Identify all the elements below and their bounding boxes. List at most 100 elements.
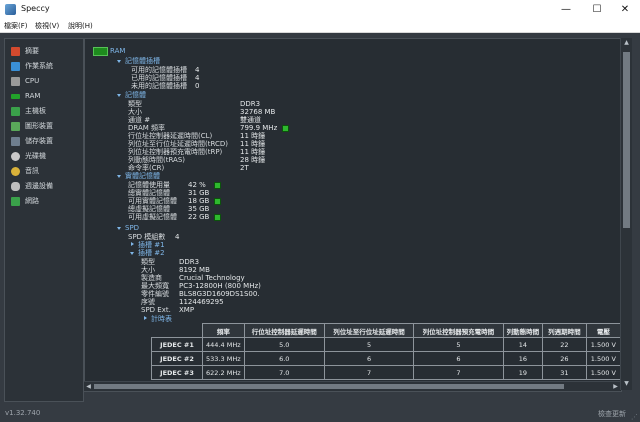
sidebar-item-label: 光碟機 [25, 152, 46, 160]
sidebar: 摘要 作業系統 CPU RAM 主機板 圖形裝置 儲存裝置 光碟機 音訊 週邊設… [4, 38, 84, 402]
menu-help[interactable]: 說明(H) [68, 21, 93, 31]
table-row: JEDEC #3 622.2 MHz 7.0 7 7 19 31 1.500 V [150, 365, 621, 380]
section-physical-header: 實體記憶體 [125, 172, 160, 180]
table-cell: 444.4 MHz [202, 337, 245, 352]
sidebar-item-summary[interactable]: 摘要 [11, 44, 39, 58]
table-cell: 6 [413, 351, 504, 366]
row-label: 已用的記憶體插槽 [131, 74, 187, 82]
collapse-arrow-icon[interactable] [117, 60, 121, 63]
row-label: 可用的記憶體插槽 [131, 66, 187, 74]
scroll-left-icon[interactable]: ◀ [84, 382, 93, 391]
table-cell: 533.3 MHz [202, 351, 245, 366]
sidebar-item-optical[interactable]: 光碟機 [11, 149, 46, 163]
vertical-scrollbar[interactable]: ▲ ▼ [620, 38, 632, 390]
expand-arrow-icon[interactable] [131, 242, 134, 246]
row-value: 18 GB [188, 197, 210, 205]
collapse-arrow-icon[interactable] [117, 227, 121, 230]
sidebar-item-label: 網路 [25, 197, 39, 205]
row-label: 列動態時間(tRAS) [128, 156, 186, 164]
scroll-up-icon[interactable]: ▲ [621, 38, 632, 48]
section-memory-header: 記憶體 [125, 91, 146, 99]
scrollbar-thumb[interactable] [94, 384, 564, 389]
section-spd-header: SPD [125, 224, 140, 232]
scrollbar-thumb[interactable] [623, 52, 630, 228]
row-value: PC3-12800H (800 MHz) [179, 282, 261, 290]
table-cell: JEDEC #3 [150, 365, 204, 380]
collapse-arrow-icon[interactable] [117, 175, 121, 178]
row-label: 行位址控制器延遲時間(CL) [128, 132, 213, 140]
sidebar-item-audio[interactable]: 音訊 [11, 164, 39, 178]
sidebar-item-ram[interactable]: RAM [11, 89, 40, 103]
scroll-right-icon[interactable]: ▶ [611, 382, 620, 391]
section-slots-header: 記憶體插槽 [125, 57, 160, 65]
status-indicator-icon [282, 125, 289, 132]
row-label: 序號 [141, 298, 155, 306]
table-corner [152, 324, 203, 338]
row-value: 32768 MB [240, 108, 276, 116]
sidebar-item-cpu[interactable]: CPU [11, 74, 39, 88]
menu-bar: 檔案(F) 檢視(V) 說明(H) [0, 20, 640, 33]
version-label: v1.32.740 [5, 409, 41, 417]
spd-slot-2[interactable]: 插槽 #2 [138, 249, 165, 257]
sidebar-item-graphics[interactable]: 圖形裝置 [11, 119, 53, 133]
table-cell: 1.500 V [585, 351, 621, 366]
horizontal-scrollbar[interactable]: ◀ ▶ [84, 381, 620, 391]
motherboard-icon [11, 106, 20, 116]
speccy-app-icon [5, 4, 16, 15]
table-row: JEDEC #1 444.4 MHz 5.0 5 5 14 22 1.500 V [150, 337, 621, 352]
row-value: 1124469295 [179, 298, 224, 306]
row-label: 命令率(CR) [128, 164, 165, 172]
spd-slot-1[interactable]: 插槽 #1 [138, 241, 165, 249]
status-indicator-icon [214, 214, 221, 221]
row-value: 35 GB [188, 205, 210, 213]
sidebar-item-storage[interactable]: 儲存裝置 [11, 134, 53, 148]
menu-file[interactable]: 檔案(F) [4, 21, 28, 31]
row-value: 11 時鐘 [240, 132, 266, 140]
table-cell: JEDEC #1 [150, 337, 204, 352]
mouse-icon [11, 181, 20, 191]
collapse-arrow-icon[interactable] [130, 252, 134, 255]
row-value: 8192 MB [179, 266, 210, 274]
optical-drive-icon [11, 151, 20, 161]
row-value: 799.9 MHz [240, 124, 278, 132]
windows-icon [11, 61, 20, 71]
resize-grip-icon[interactable]: ⋰ [631, 413, 638, 421]
spd-count-value: 4 [175, 233, 180, 241]
audio-icon [11, 166, 20, 176]
collapse-arrow-icon[interactable] [117, 94, 121, 97]
monitor-icon [11, 121, 20, 131]
close-button[interactable]: ✕ [610, 0, 640, 20]
sidebar-item-network[interactable]: 網路 [11, 194, 39, 208]
status-indicator-icon [214, 198, 221, 205]
check-updates-link[interactable]: 檢查更新 [598, 409, 626, 419]
expand-arrow-icon[interactable] [144, 316, 147, 320]
ram-icon [93, 47, 108, 56]
table-cell: 622.2 MHz [202, 365, 245, 380]
sidebar-item-label: 週邊設備 [25, 182, 53, 190]
row-value: Crucial Technology [179, 274, 245, 282]
table-cell: 7 [323, 365, 415, 380]
summary-icon [11, 46, 20, 56]
table-cell: 31 [542, 365, 587, 380]
sidebar-item-peripherals[interactable]: 週邊設備 [11, 179, 53, 193]
timing-table-link[interactable]: 計時表 [151, 315, 172, 323]
row-value: XMP [179, 306, 195, 314]
scroll-down-icon[interactable]: ▼ [621, 379, 632, 389]
row-label: 通道 # [128, 116, 151, 124]
section-title-ram: RAM [110, 47, 126, 55]
minimize-button[interactable]: — [551, 0, 581, 20]
table-cell: 5 [413, 337, 504, 352]
sidebar-item-os[interactable]: 作業系統 [11, 59, 53, 73]
table-cell: 26 [542, 351, 587, 366]
table-cell: 1.500 V [585, 365, 621, 380]
maximize-button[interactable]: ☐ [582, 0, 612, 20]
row-value: 0 [195, 82, 200, 90]
network-icon [11, 196, 20, 206]
row-value: 雙通道 [240, 116, 261, 124]
row-label: 製造商 [141, 274, 162, 282]
row-value: 28 時鐘 [240, 156, 266, 164]
sidebar-item-label: 儲存裝置 [25, 137, 53, 145]
sidebar-item-motherboard[interactable]: 主機板 [11, 104, 46, 118]
menu-view[interactable]: 檢視(V) [35, 21, 59, 31]
column-header: 行位址控制器延遲時間 [243, 323, 325, 338]
